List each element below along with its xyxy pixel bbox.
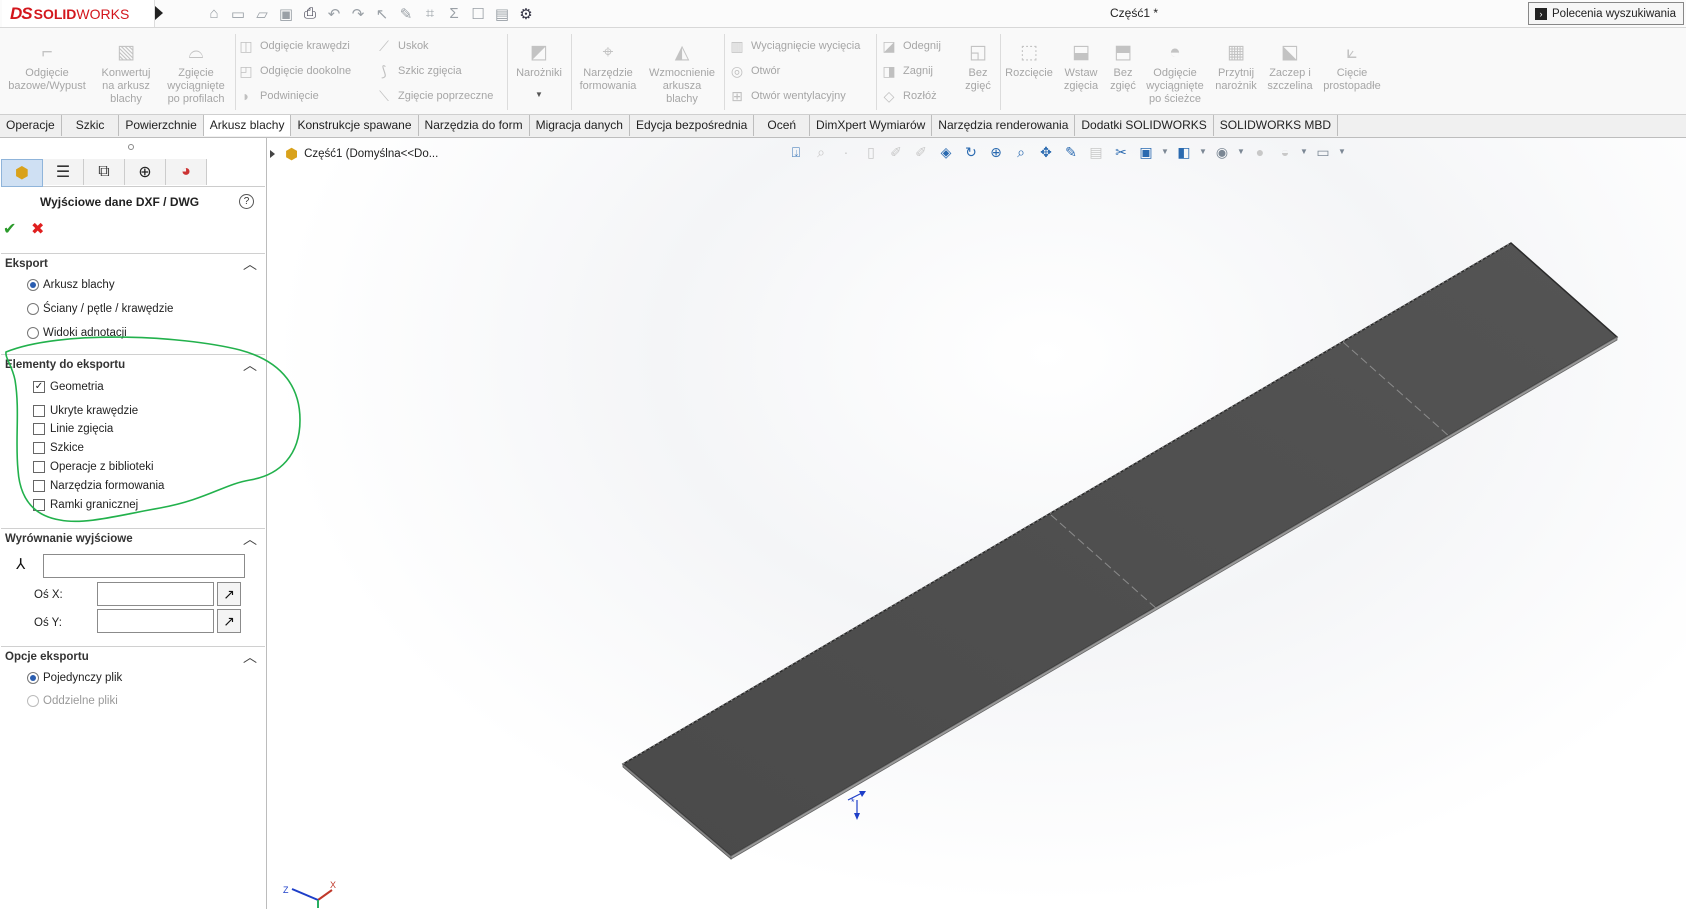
- sheet-metal-plate[interactable]: [621, 242, 1619, 860]
- green-annotation-loop: [5, 336, 301, 523]
- triad-x-label: X: [330, 880, 336, 890]
- triad-z-label: Z: [283, 885, 289, 895]
- plate-top-face: [621, 242, 1619, 857]
- viewport-graphics-svg: * X Z: [5, 242, 1619, 908]
- svg-text:*: *: [851, 797, 855, 807]
- plate-side-edge: [730, 336, 1618, 860]
- coordinate-triad: X Z: [283, 880, 336, 908]
- origin-marker: *: [847, 791, 866, 820]
